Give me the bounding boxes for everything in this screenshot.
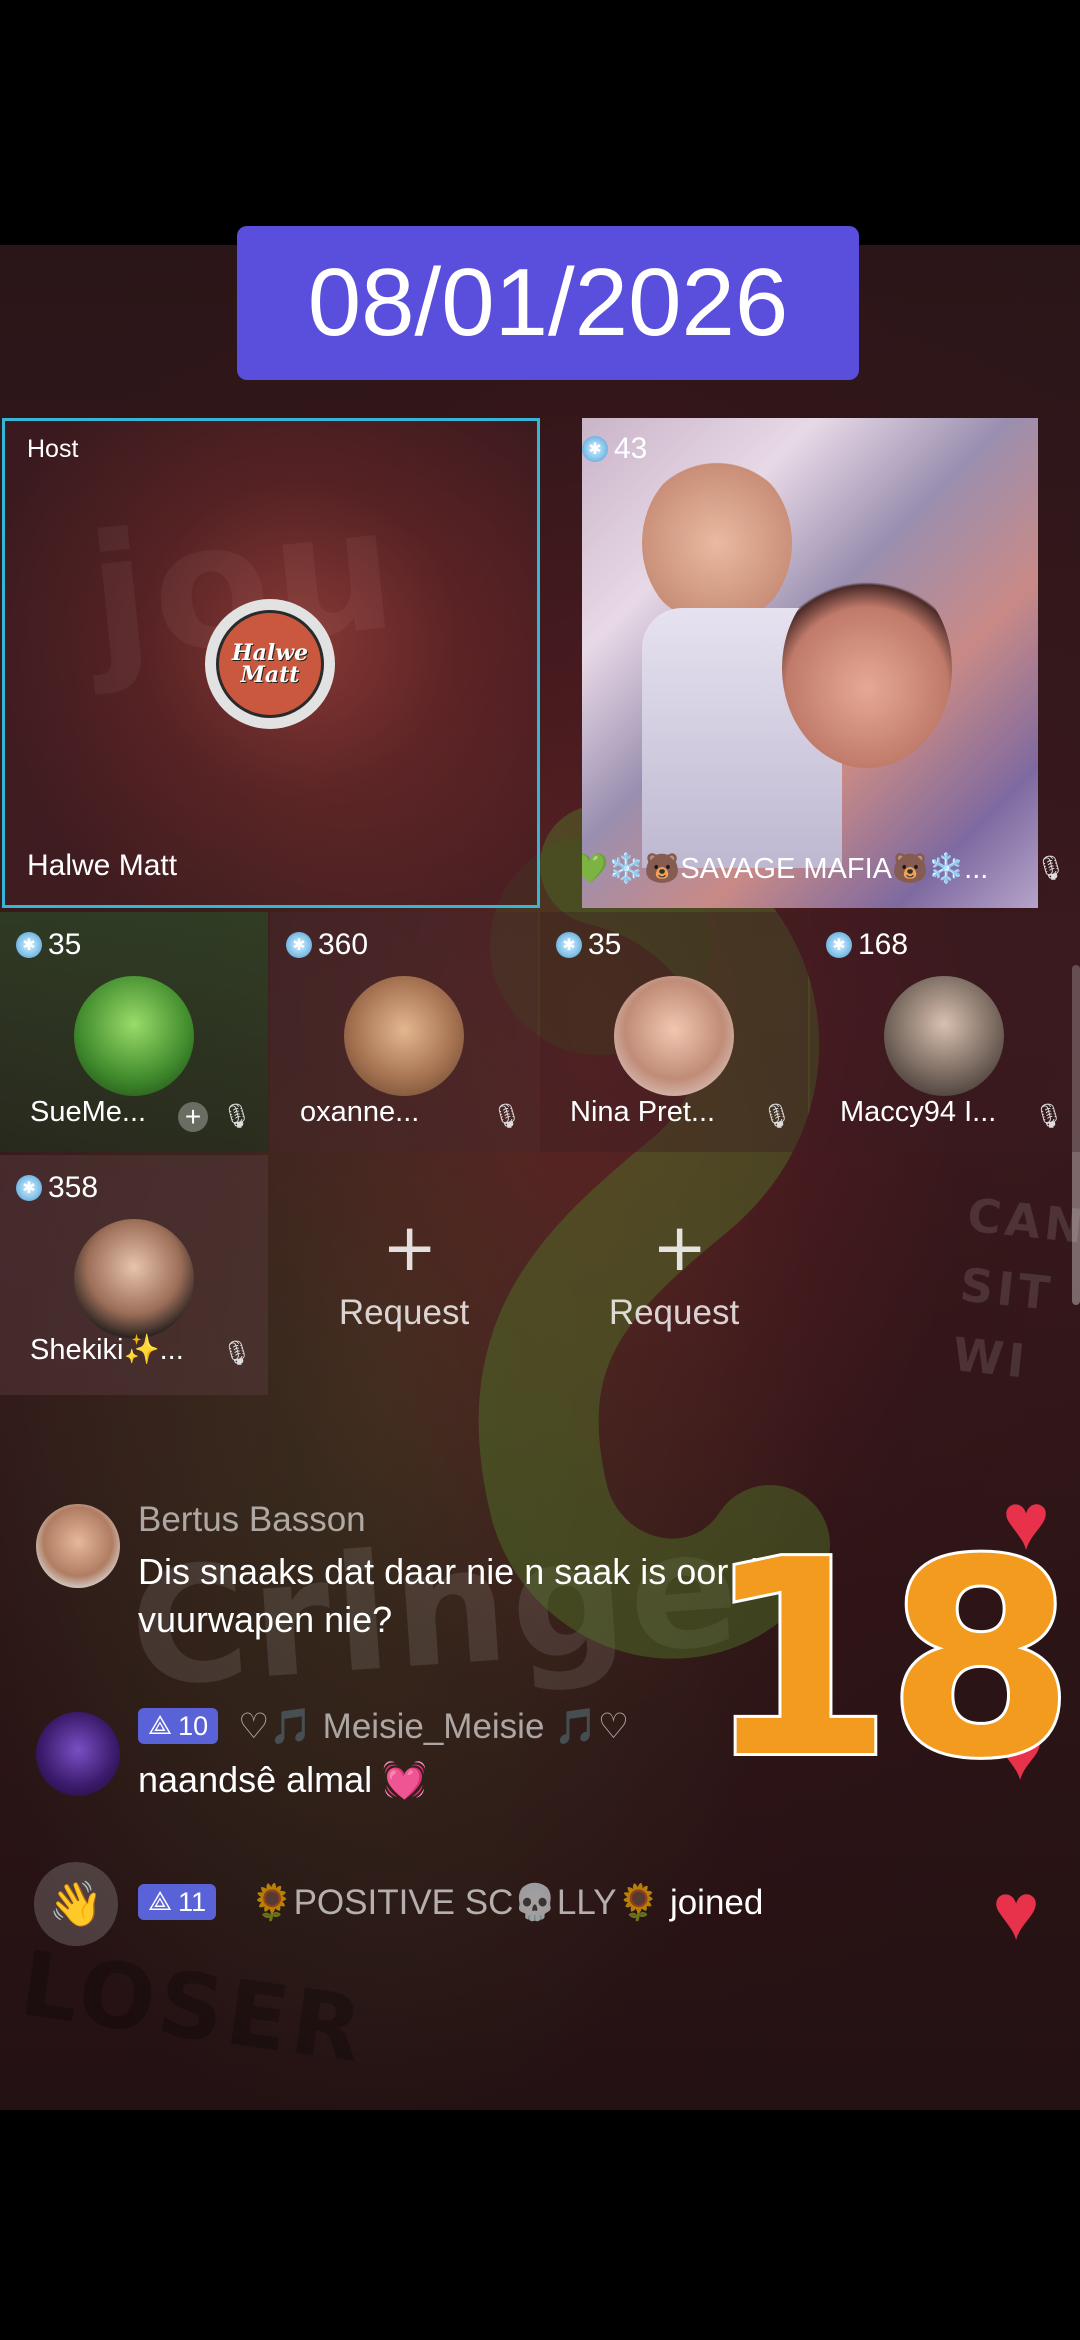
chat-username[interactable]: ♡🎵 Meisie_Meisie 🎵♡	[238, 1706, 629, 1747]
request-label: Request	[338, 1293, 470, 1332]
date-badge: 08/01/2026	[237, 226, 859, 380]
mic-muted-icon: 🎙	[1033, 1102, 1065, 1130]
guest-avatar	[614, 976, 734, 1096]
gem-icon: ✱	[16, 1175, 42, 1201]
mic-muted-icon: 🎙	[221, 1102, 253, 1130]
guest-count-badge: ✱ 35	[556, 928, 621, 962]
chat-message: Dis snaaks dat daar nie n saak is oor di…	[138, 1548, 786, 1644]
gem-icon: ✱	[556, 932, 582, 958]
join-event-text: 🌻POSITIVE SC💀LLY🌻 joined	[250, 1882, 763, 1923]
guest-count-badge: ✱ 360	[286, 928, 368, 962]
chat-message: naandsê almal 💓	[138, 1759, 427, 1800]
guest-video-person	[642, 458, 792, 628]
guest-count: 35	[48, 928, 82, 961]
add-guest-button[interactable]: +	[178, 1101, 208, 1132]
mic-muted-icon: 🎙	[761, 1102, 793, 1130]
chat-avatar[interactable]	[36, 1712, 120, 1796]
guest-tile-main[interactable]: ✱ 43 💚❄️🐻SAVAGE MAFIA🐻❄️...	[582, 418, 1038, 908]
level-number: 10	[178, 1710, 209, 1741]
plus-icon: +	[382, 1209, 438, 1286]
host-label: Host	[27, 435, 79, 463]
guest-count: 360	[318, 928, 369, 961]
mic-muted-icon: 🎙	[491, 1102, 523, 1130]
host-logo-line: Halwe	[231, 640, 309, 666]
request-slot[interactable]: + Request	[270, 1155, 538, 1395]
guest-count: 168	[858, 928, 909, 961]
overlay-number: 18	[702, 1502, 1078, 1817]
guest-avatar	[74, 1219, 194, 1339]
guest-avatar	[344, 976, 464, 1096]
guest-count-badge: ✱ 358	[16, 1171, 98, 1205]
chat-avatar[interactable]	[36, 1504, 120, 1588]
guest-name: Shekiki✨...	[30, 1334, 184, 1366]
plus-icon: +	[652, 1209, 708, 1286]
guest-name: Nina Pret...	[570, 1096, 716, 1128]
guest-avatar	[74, 976, 194, 1096]
host-avatar: Halwe Matt	[205, 599, 335, 729]
level-icon: ⟁	[148, 1886, 173, 1916]
host-logo: Halwe Matt	[216, 610, 324, 718]
host-logo-line: Matt	[240, 662, 300, 688]
gem-icon: ✱	[286, 932, 312, 958]
guest-count-badge: ✱ 43	[582, 432, 647, 466]
guest-avatar	[884, 976, 1004, 1096]
level-badge: ⟁ 10	[138, 1708, 219, 1744]
level-number: 11	[178, 1886, 207, 1917]
gem-icon: ✱	[16, 932, 42, 958]
guest-video-person	[782, 568, 952, 768]
gem-icon: ✱	[582, 436, 608, 462]
guest-tile[interactable]: ✱ 358 Shekiki✨... 🎙	[0, 1155, 268, 1395]
guest-name: 💚❄️🐻SAVAGE MAFIA🐻❄️...	[582, 853, 989, 885]
guest-tile[interactable]: ✱ 35 SueMe... + 🎙	[0, 912, 268, 1152]
chat-username[interactable]: Bertus Basson	[138, 1500, 366, 1540]
level-icon: ⟁	[148, 1710, 173, 1740]
join-action: joined	[669, 1883, 764, 1922]
guest-name: oxanne...	[300, 1096, 420, 1128]
join-username: 🌻POSITIVE SC💀LLY🌻	[250, 1883, 661, 1922]
guest-tile[interactable]: ✱ 35 Nina Pret... 🎙	[540, 912, 808, 1152]
mic-muted-icon: 🎙	[221, 1339, 253, 1367]
host-name: Halwe Matt	[27, 849, 178, 882]
mic-muted-icon: 🎙	[1035, 854, 1067, 882]
background-word: CAN'T SIT WI	[950, 1187, 1080, 1389]
host-tile[interactable]: Host Halwe Matt Halwe Matt	[2, 418, 540, 908]
guest-tile[interactable]: ✱ 168 Maccy94 I... 🎙	[810, 912, 1080, 1152]
guest-name: Maccy94 I...	[840, 1096, 997, 1128]
chat-message-line: vuurwapen nie?	[138, 1599, 393, 1640]
guest-count: 43	[614, 432, 648, 465]
guest-count-badge: ✱ 35	[16, 928, 81, 962]
background-word: LOSER	[14, 1931, 372, 2084]
level-badge: ⟁ 11	[138, 1884, 217, 1920]
wave-hand-icon[interactable]: 👋	[34, 1862, 118, 1946]
guest-name: SueMe...	[30, 1096, 147, 1128]
gem-icon: ✱	[826, 932, 852, 958]
chat-message-line: Dis snaaks dat daar nie n saak is oor di…	[138, 1551, 787, 1592]
request-label: Request	[608, 1293, 740, 1332]
guest-count: 35	[588, 928, 622, 961]
guest-tile[interactable]: ✱ 360 oxanne... 🎙	[270, 912, 538, 1152]
request-slot[interactable]: + Request	[540, 1155, 808, 1395]
guest-count: 358	[48, 1171, 99, 1204]
heart-icon: ♥	[992, 1867, 1040, 1956]
guest-count-badge: ✱ 168	[826, 928, 908, 962]
